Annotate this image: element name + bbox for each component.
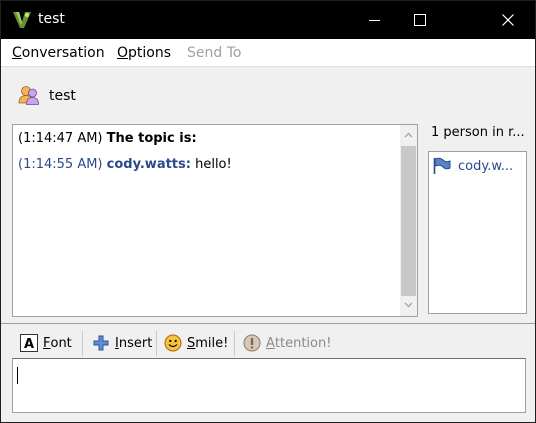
format-toolbar: A Font Insert Smile! Attention! [12, 327, 526, 358]
toolbar-divider [234, 331, 235, 356]
font-icon: A [20, 334, 38, 352]
message-text: The topic is: [106, 131, 197, 146]
user-count-label: 1 person in r... [431, 125, 525, 140]
smile-button[interactable]: Smile! [164, 330, 228, 356]
insert-button-label: nsert [118, 335, 153, 351]
minimize-icon [368, 19, 380, 21]
message-row: (1:14:47 AM) The topic is: [18, 131, 197, 146]
user-list-pane: 1 person in r... cody.w... [421, 118, 535, 324]
close-icon [502, 14, 514, 26]
menu-send-to[interactable]: Send To [187, 45, 241, 61]
smile-button-label: mile! [195, 335, 229, 351]
message-input[interactable] [12, 358, 526, 413]
chat-room-icon [18, 86, 39, 105]
maximize-icon [414, 14, 426, 26]
plus-icon [92, 334, 110, 352]
scroll-thumb[interactable] [401, 146, 416, 296]
message-text: hello! [195, 157, 232, 172]
menu-options[interactable]: Options [117, 45, 171, 61]
title-bar[interactable]: test [1, 1, 535, 39]
window-title: test [38, 11, 65, 27]
attention-button-accel: A [266, 335, 275, 351]
maximize-button[interactable] [397, 1, 443, 39]
toolbar-divider [156, 331, 157, 356]
menu-options-accel: O [117, 45, 129, 61]
user-list-item[interactable]: cody.w... [432, 157, 513, 175]
svg-text:A: A [24, 337, 34, 352]
conversation-name: test [49, 88, 76, 104]
insert-button[interactable]: Insert [92, 330, 152, 356]
flag-icon [433, 157, 451, 174]
conversation-window: test Conversation Options Send To test (… [0, 0, 536, 423]
message-row: (1:14:55 AM) cody.watts: hello! [18, 157, 232, 172]
chat-log-scrollbar[interactable] [400, 125, 417, 316]
attention-icon [243, 334, 261, 352]
toolbar-divider [82, 331, 83, 356]
pidgin-app-icon [13, 12, 31, 28]
message-timestamp: (1:14:55 AM) [18, 157, 103, 172]
scroll-down-icon[interactable] [404, 300, 413, 309]
menu-conversation-label: onversation [21, 45, 105, 61]
conversation-header: test [1, 68, 535, 118]
font-button-accel: F [43, 335, 51, 351]
menu-bar: Conversation Options Send To [1, 39, 535, 67]
menu-conversation-accel: C [12, 45, 22, 61]
font-button[interactable]: A Font [20, 330, 72, 356]
font-button-label: ont [50, 335, 72, 351]
minimize-button[interactable] [351, 1, 397, 39]
chat-log[interactable]: (1:14:47 AM) The topic is: (1:14:55 AM) … [12, 124, 418, 317]
message-timestamp: (1:14:47 AM) [18, 131, 103, 146]
text-caret [17, 367, 18, 384]
message-sender: cody.watts: [106, 157, 191, 172]
user-list[interactable]: cody.w... [428, 151, 527, 314]
smiley-icon [164, 334, 182, 352]
smile-button-accel: S [187, 335, 196, 351]
attention-button-label: ttention! [274, 335, 332, 351]
user-name: cody.w... [458, 158, 514, 174]
scroll-up-icon[interactable] [404, 131, 413, 140]
close-button[interactable] [485, 1, 531, 39]
menu-conversation[interactable]: Conversation [12, 45, 105, 61]
menu-send-to-label: Send To [187, 45, 242, 61]
menu-options-label: ptions [128, 45, 172, 61]
attention-button[interactable]: Attention! [243, 330, 331, 356]
